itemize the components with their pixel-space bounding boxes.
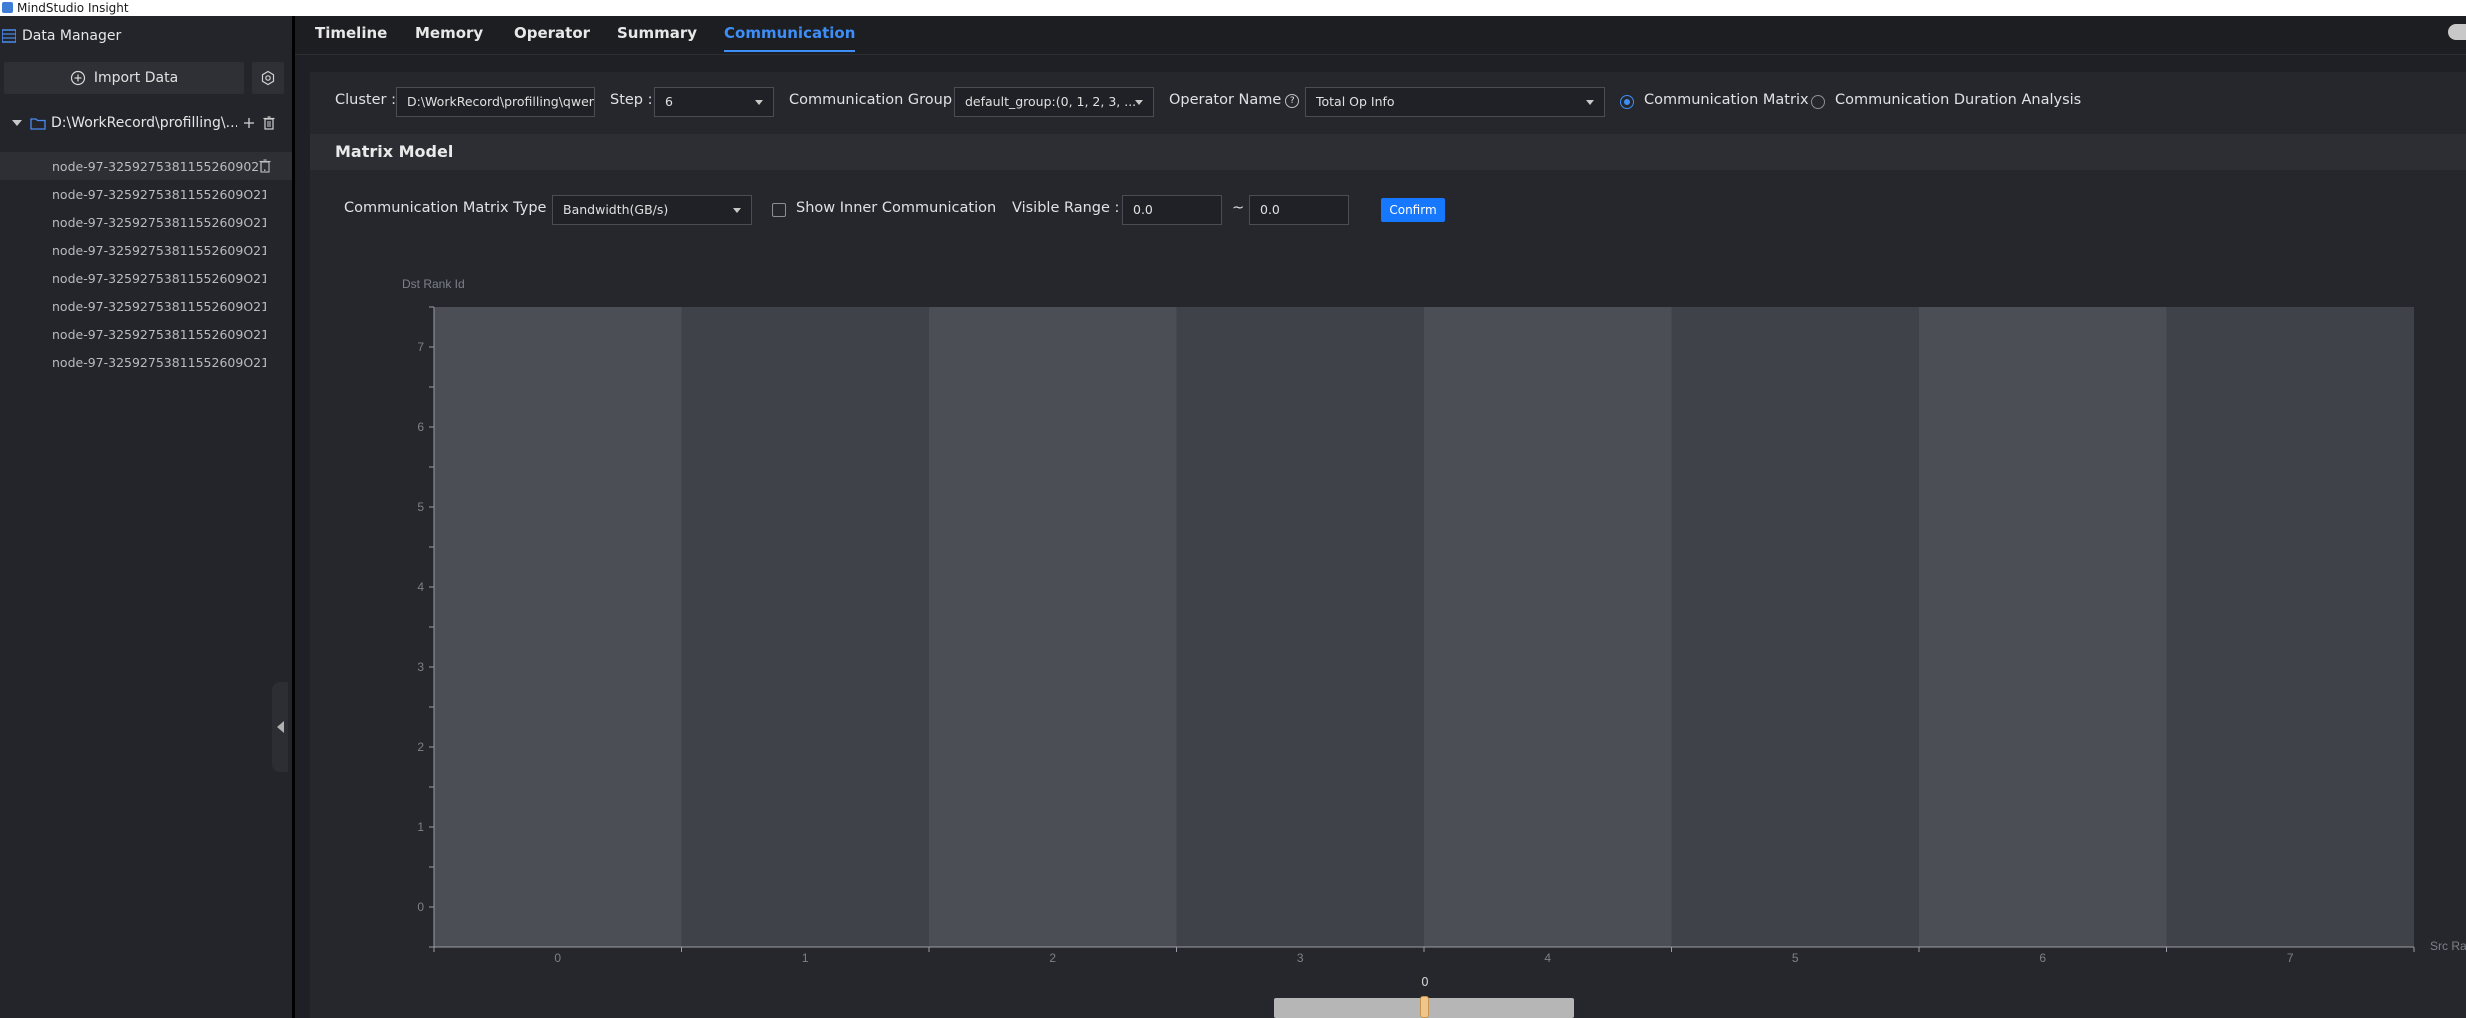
x-tick-label: 2 [1049, 951, 1056, 965]
x-tick-label: 5 [1792, 951, 1799, 965]
y-tick-label: 3 [417, 660, 424, 674]
x-tick-label: 6 [2039, 951, 2046, 965]
matrix-column-band [1919, 307, 2167, 947]
x-axis-title: Src Rank Id [2430, 939, 2466, 953]
matrix-column-band [1424, 307, 1672, 947]
matrix-column-band [1671, 307, 1919, 947]
x-tick-label: 4 [1544, 951, 1551, 965]
y-tick-label: 0 [417, 900, 424, 914]
matrix-column-band [929, 307, 1177, 947]
y-tick-label: 2 [417, 740, 424, 754]
x-tick-label: 7 [2287, 951, 2294, 965]
y-tick-label: 5 [417, 500, 424, 514]
y-tick-label: 1 [417, 820, 424, 834]
x-tick-label: 0 [554, 951, 561, 965]
y-tick-label: 6 [417, 420, 424, 434]
y-axis-title: Dst Rank Id [402, 277, 465, 291]
matrix-column-band [2166, 307, 2414, 947]
y-tick-label: 4 [417, 580, 424, 594]
matrix-column-band [434, 307, 682, 947]
x-tick-label: 1 [802, 951, 809, 965]
y-tick-label: 7 [417, 340, 424, 354]
x-tick-label: 3 [1297, 951, 1304, 965]
matrix-column-band [681, 307, 929, 947]
visual-map-handle[interactable] [1420, 996, 1429, 1018]
communication-matrix-chart: 0 1 2 3 4 5 6 7 0 1 2 3 4 5 6 7 Dst Rank Id Src Rank I… [402, 277, 2466, 965]
matrix-column-band [1176, 307, 1424, 947]
visual-map-value: 0 [1421, 975, 1429, 989]
